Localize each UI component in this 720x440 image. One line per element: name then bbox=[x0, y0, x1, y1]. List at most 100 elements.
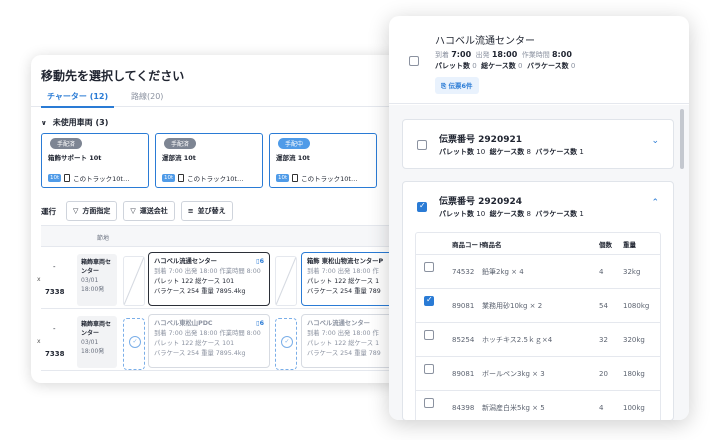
slip-card-expanded[interactable]: 伝票番号 2920924 パレット数 10 総ケース数 8 バラケース数 1 ⌃… bbox=[402, 181, 674, 420]
row-number: 7338 bbox=[45, 350, 65, 358]
vehicle-card[interactable]: 手配中 運部流 10t 10t このトラック10t… bbox=[269, 133, 377, 188]
table-row[interactable]: 89081 ボールペン3kg × 3 20 180kg bbox=[416, 357, 660, 391]
destination-checkbox[interactable] bbox=[409, 56, 419, 66]
tab-bar: チャーター (12) 路線(20) bbox=[31, 85, 401, 108]
operation-label: 運行 bbox=[41, 206, 56, 216]
item-code: 84398 bbox=[452, 404, 475, 412]
slip-meta: パレット数 10 総ケース数 8 バラケース数 1 bbox=[439, 148, 584, 156]
empty-slot[interactable] bbox=[275, 256, 297, 306]
trip-load: パレット 122 総ケース 1 bbox=[307, 340, 380, 347]
window-title: 移動先を選択してください bbox=[41, 69, 185, 83]
vehicle-card[interactable]: 手配済 運部流 10t 10t このトラック10t… bbox=[155, 133, 263, 188]
slip-list: 伝票番号 2920921 パレット数 10 総ケース数 8 バラケース数 1 ⌄… bbox=[389, 105, 689, 420]
sort-button[interactable]: ≡ 並び替え bbox=[180, 201, 233, 221]
item-qty: 54 bbox=[599, 301, 608, 310]
depot-cell: 箱飾車両センター 03/01 18:00発 bbox=[77, 254, 117, 306]
item-code: 89081 bbox=[452, 301, 475, 310]
trip-card[interactable]: ハコベル流通センター ▯6 到着 7:00 出発 18:00 作業時間 8:00 … bbox=[148, 252, 270, 306]
scrollbar[interactable] bbox=[680, 109, 684, 169]
grid-header-label: 節地 bbox=[97, 235, 110, 242]
row-x: x bbox=[37, 338, 41, 345]
trip-times: 到着 7:00 出発 18:00 作 bbox=[307, 330, 379, 337]
vehicle-desc: このトラック10t… bbox=[301, 175, 358, 183]
slip-number: 伝票番号 2920924 bbox=[439, 197, 522, 207]
filter-label: 方面指定 bbox=[82, 207, 111, 215]
status-badge: 手配済 bbox=[164, 138, 197, 149]
direction-filter-button[interactable]: ▽ 方面指定 bbox=[66, 201, 118, 221]
trip-weight: バラケース 254 重量 7895.4kg bbox=[154, 350, 246, 357]
move-destination-window: 移動先を選択してください チャーター (12) 路線(20) ∨ 未使用車両 (… bbox=[31, 55, 401, 383]
item-weight: 320kg bbox=[623, 335, 645, 344]
table-header: 商品コード 商品名 個数 重量 bbox=[416, 233, 660, 255]
trip-card[interactable]: ハコベル東松山PDC ▯6 到着 7:00 出発 18:00 作業時間 8:00 … bbox=[148, 314, 270, 368]
trip-name: ハコベル東松山PDC bbox=[154, 320, 213, 327]
trip-name: ハコベル流通センター bbox=[154, 258, 217, 265]
filter-icon: ▽ bbox=[73, 207, 79, 215]
depot-time: 18:00発 bbox=[81, 286, 105, 293]
trip-name: ハコベル流通センター bbox=[307, 320, 370, 327]
row-checkbox[interactable] bbox=[424, 295, 434, 306]
item-code: 74532 bbox=[452, 267, 475, 276]
item-weight: 1080kg bbox=[623, 301, 650, 310]
trip-weight: バラケース 254 重量 789 bbox=[307, 288, 381, 295]
table-row[interactable]: 85254 ホッチキス2.5ｋｇ×4 32 320kg bbox=[416, 323, 660, 357]
trip-card[interactable]: 箱飾 東松山物流センターP 到着 7:00 出発 18:00 作 パレット 12… bbox=[301, 252, 401, 306]
drop-slot[interactable] bbox=[123, 318, 145, 370]
tab-charter[interactable]: チャーター (12) bbox=[40, 91, 115, 108]
slip-card[interactable]: 伝票番号 2920921 パレット数 10 総ケース数 8 バラケース数 1 ⌄ bbox=[402, 119, 674, 169]
slip-meta: パレット数 10 総ケース数 8 バラケース数 1 bbox=[439, 210, 584, 218]
row-dash: - bbox=[53, 325, 56, 333]
item-name: 鉛筆2kg × 4 bbox=[482, 267, 524, 276]
document-icon bbox=[292, 174, 299, 182]
row-x: x bbox=[37, 276, 41, 283]
item-qty: 4 bbox=[599, 404, 604, 412]
trip-times: 到着 7:00 出発 18:00 作業時間 8:00 bbox=[154, 330, 261, 337]
sort-label: 並び替え bbox=[197, 207, 226, 215]
trip-weight: バラケース 254 重量 7895.4kg bbox=[154, 288, 246, 295]
destination-title: ハコベル流通センター bbox=[435, 36, 535, 47]
trip-load: パレット 122 総ケース 101 bbox=[154, 278, 235, 285]
row-checkbox[interactable] bbox=[424, 398, 434, 408]
item-weight: 32kg bbox=[623, 267, 641, 276]
item-name: ホッチキス2.5ｋｇ×4 bbox=[482, 335, 553, 344]
table-row[interactable]: 89081 業務用砂10kg × 2 54 1080kg bbox=[416, 289, 660, 323]
slip-checkbox[interactable] bbox=[417, 140, 427, 150]
trip-load: パレット 122 総ケース 101 bbox=[154, 340, 235, 347]
trip-name: 箱飾 東松山物流センターP bbox=[307, 258, 384, 265]
vehicle-desc: このトラック10t… bbox=[187, 175, 244, 183]
chevron-down-icon[interactable]: ⌄ bbox=[651, 136, 659, 146]
table-row[interactable]: 84398 新潟産白米5kg × 5 4 100kg bbox=[416, 391, 660, 420]
tonnage-badge: 10t bbox=[162, 174, 176, 182]
slip-number: 伝票番号 2920921 bbox=[439, 135, 522, 145]
slip-count-label: 伝票6件 bbox=[448, 82, 473, 90]
item-qty: 4 bbox=[599, 267, 604, 276]
drop-slot[interactable] bbox=[275, 318, 297, 370]
tab-route[interactable]: 路線(20) bbox=[131, 91, 163, 102]
slip-count-chip[interactable]: ⎘ 伝票6件 bbox=[435, 77, 479, 94]
carrier-filter-button[interactable]: ▽ 運送会社 bbox=[123, 201, 175, 221]
unused-vehicles-toggle[interactable]: ∨ 未使用車両 (3) bbox=[41, 117, 108, 128]
tonnage-badge: 10t bbox=[276, 174, 290, 182]
clip-icon: ⎘ bbox=[441, 82, 447, 90]
schedule-row: - x 7338 箱飾車両センター 03/01 18:00発 ハコベル流通センター ▯… bbox=[37, 248, 401, 309]
vehicle-card[interactable]: 手配済 箱飾サポート 10t 10t このトラック10t… bbox=[41, 133, 149, 188]
row-checkbox[interactable] bbox=[424, 262, 434, 272]
destination-info: 到着 7:00 出発 18:00 作業時間 8:00 パレット数 0 総ケース数… bbox=[435, 50, 576, 70]
depot-cell: 箱飾車両センター 03/01 18:00発 bbox=[77, 316, 117, 368]
empty-slot[interactable] bbox=[123, 256, 145, 306]
item-name: 新潟産白米5kg × 5 bbox=[482, 404, 545, 412]
document-icon bbox=[178, 174, 185, 182]
depot-name: 箱飾車両センター bbox=[81, 321, 112, 337]
row-checkbox[interactable] bbox=[424, 330, 434, 340]
schedule-row: - x 7338 箱飾車両センター 03/01 18:00発 ハコベル東松山PDC ▯… bbox=[37, 310, 401, 371]
item-weight: 100kg bbox=[623, 404, 645, 412]
trip-load: パレット 122 総ケース 1 bbox=[307, 278, 380, 285]
item-qty: 32 bbox=[599, 335, 608, 344]
item-name: ボールペン3kg × 3 bbox=[482, 369, 545, 378]
row-checkbox[interactable] bbox=[424, 364, 434, 374]
slip-checkbox[interactable] bbox=[417, 201, 427, 212]
trip-card[interactable]: ハコベル流通センター 到着 7:00 出発 18:00 作 パレット 122 総… bbox=[301, 314, 401, 368]
table-row[interactable]: 74532 鉛筆2kg × 4 4 32kg bbox=[416, 255, 660, 289]
vehicle-name: 箱飾サポート 10t bbox=[48, 154, 102, 162]
chevron-up-icon[interactable]: ⌃ bbox=[651, 198, 659, 208]
